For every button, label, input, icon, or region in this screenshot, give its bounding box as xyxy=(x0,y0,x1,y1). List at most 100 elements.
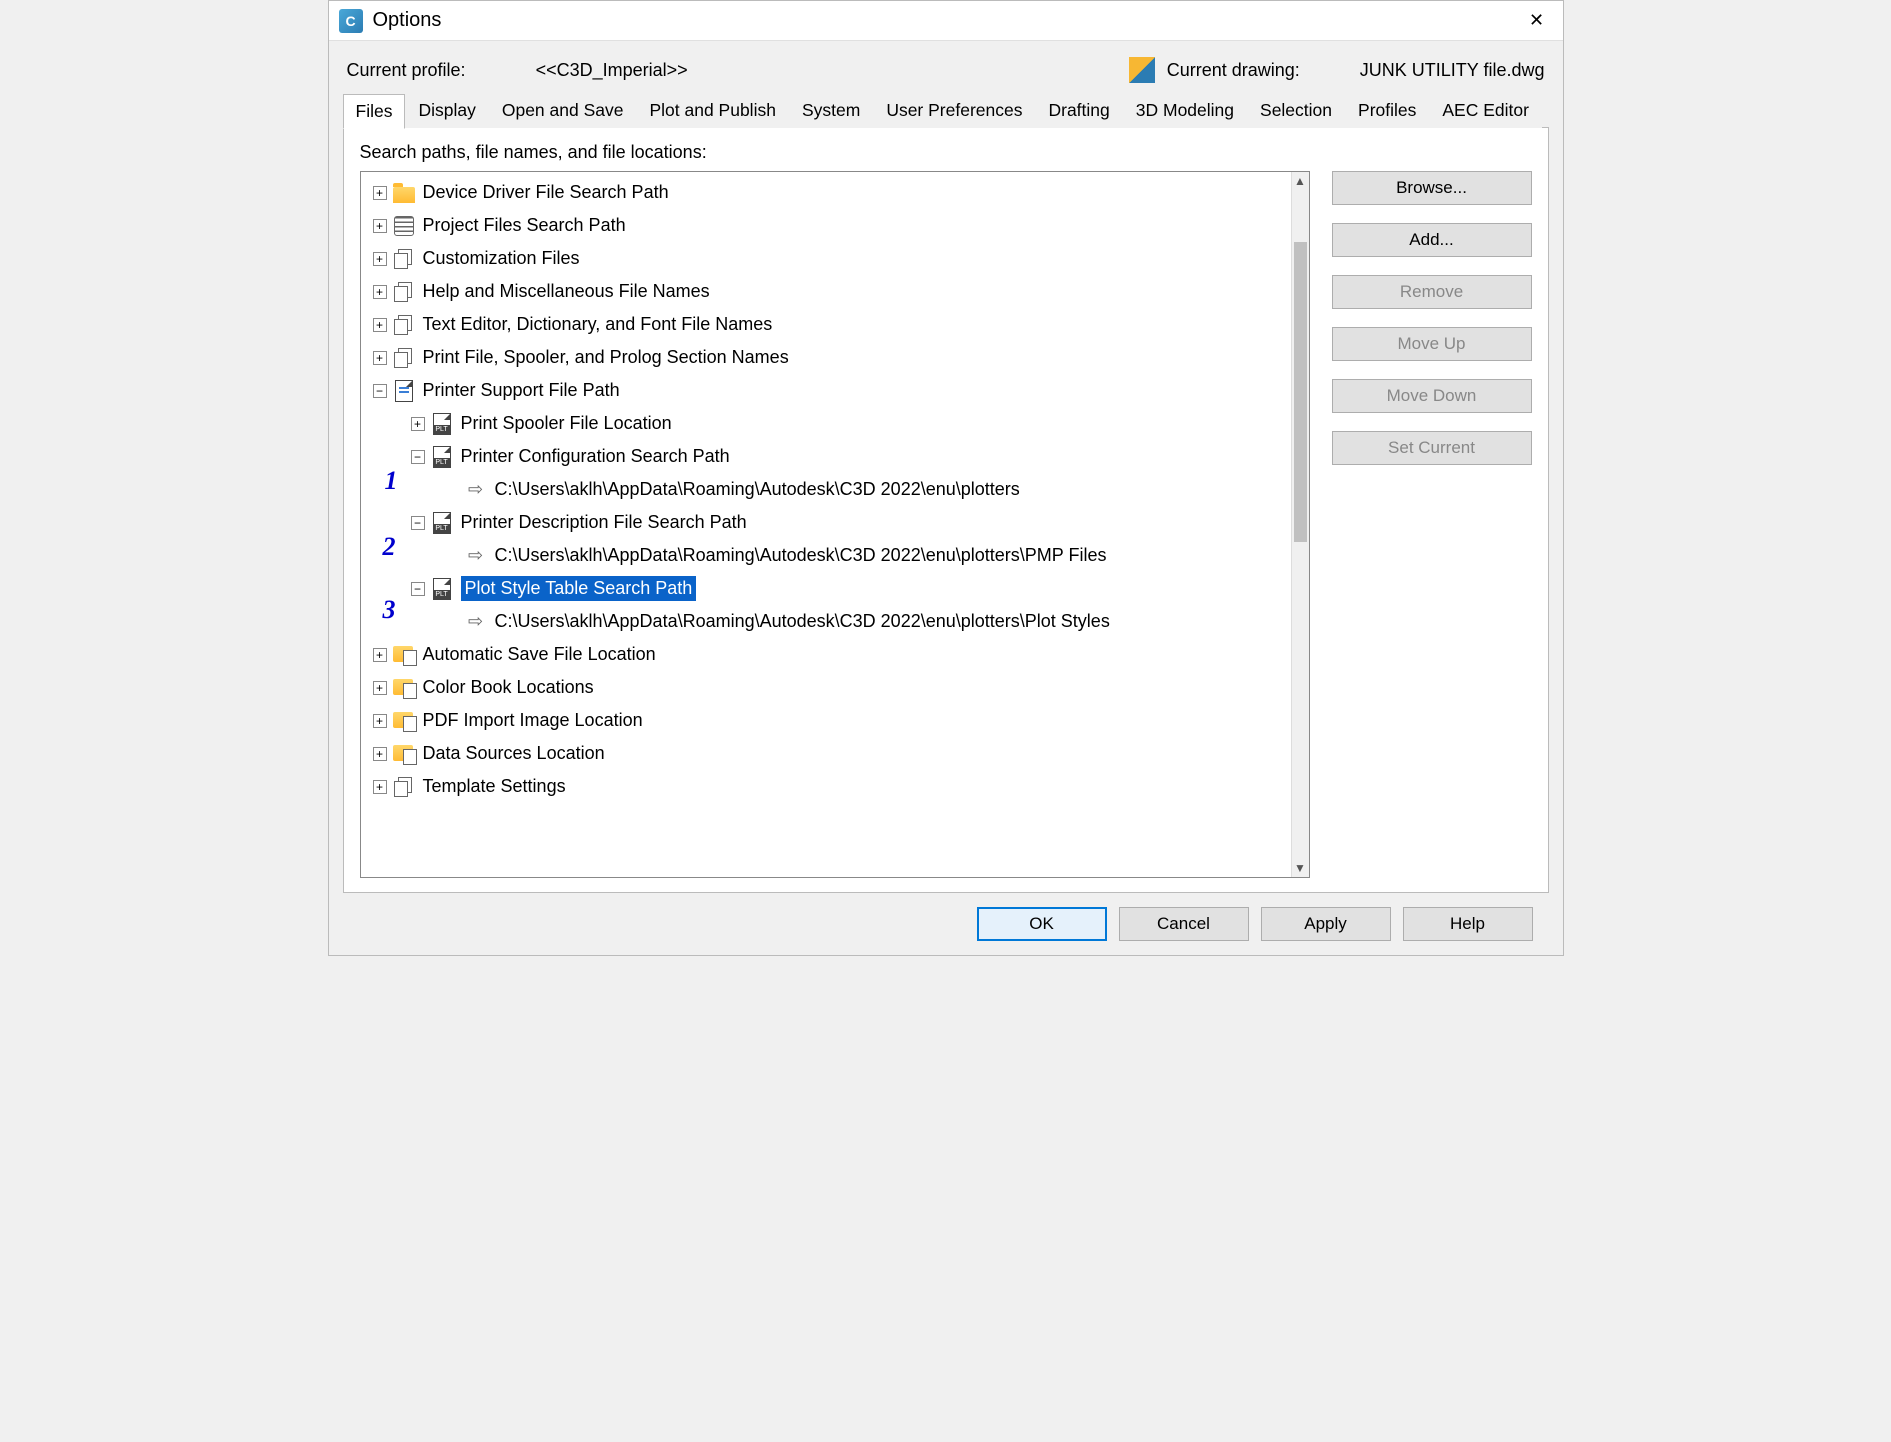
file-icon xyxy=(393,380,415,402)
expand-icon[interactable]: + xyxy=(373,351,387,365)
tree-item-help[interactable]: + Help and Miscellaneous File Names xyxy=(361,275,1291,308)
arrow-icon: ⇨ xyxy=(465,479,487,501)
tree-item-printer-desc[interactable]: − Printer Description File Search Path xyxy=(361,506,1291,539)
expand-icon[interactable]: + xyxy=(373,681,387,695)
tab-3d-modeling[interactable]: 3D Modeling xyxy=(1123,93,1247,128)
tree-label: Device Driver File Search Path xyxy=(423,182,669,203)
tree-label: Print File, Spooler, and Prolog Section … xyxy=(423,347,789,368)
expand-icon[interactable]: + xyxy=(411,417,425,431)
tab-drafting[interactable]: Drafting xyxy=(1035,93,1122,128)
tree-item-printer-support[interactable]: − Printer Support File Path xyxy=(361,374,1291,407)
expand-icon[interactable]: + xyxy=(373,780,387,794)
tree-item-color-book[interactable]: + Color Book Locations xyxy=(361,671,1291,704)
collapse-icon[interactable]: − xyxy=(411,516,425,530)
collapse-icon[interactable]: − xyxy=(373,384,387,398)
scrollbar[interactable]: ▲ ▼ xyxy=(1291,172,1309,877)
expand-icon[interactable]: + xyxy=(373,747,387,761)
set-current-button: Set Current xyxy=(1332,431,1532,465)
stack-icon xyxy=(393,314,415,336)
tree-item-plot-style[interactable]: − Plot Style Table Search Path xyxy=(361,572,1291,605)
tree-label: Automatic Save File Location xyxy=(423,644,656,665)
collapse-icon[interactable]: − xyxy=(411,582,425,596)
tree-item-printer-config[interactable]: − Printer Configuration Search Path xyxy=(361,440,1291,473)
tree-item-print-spooler-prolog[interactable]: + Print File, Spooler, and Prolog Sectio… xyxy=(361,341,1291,374)
tree-label: Text Editor, Dictionary, and Font File N… xyxy=(423,314,773,335)
app-icon: C xyxy=(339,9,363,33)
tab-selection[interactable]: Selection xyxy=(1247,93,1345,128)
profile-row: Current profile: <<C3D_Imperial>> Curren… xyxy=(343,51,1549,93)
expand-icon[interactable]: + xyxy=(373,285,387,299)
apply-button[interactable]: Apply xyxy=(1261,907,1391,941)
add-button[interactable]: Add... xyxy=(1332,223,1532,257)
ok-button[interactable]: OK xyxy=(977,907,1107,941)
current-profile-value: <<C3D_Imperial>> xyxy=(536,60,688,81)
expand-icon[interactable]: + xyxy=(373,219,387,233)
tree-item-customization[interactable]: + Customization Files xyxy=(361,242,1291,275)
expand-icon[interactable]: + xyxy=(373,648,387,662)
scroll-thumb[interactable] xyxy=(1294,242,1307,542)
scroll-down-icon[interactable]: ▼ xyxy=(1292,859,1309,877)
tree-item-print-spooler-loc[interactable]: + Print Spooler File Location xyxy=(361,407,1291,440)
tree-label: PDF Import Image Location xyxy=(423,710,643,731)
tree-item-data-sources[interactable]: + Data Sources Location xyxy=(361,737,1291,770)
title-bar: C Options ✕ xyxy=(329,1,1563,41)
tree-item-template[interactable]: + Template Settings xyxy=(361,770,1291,803)
tree-container: + Device Driver File Search Path + Proje… xyxy=(360,171,1310,878)
tree: + Device Driver File Search Path + Proje… xyxy=(361,172,1291,807)
plt-icon xyxy=(431,512,453,534)
remove-button: Remove xyxy=(1332,275,1532,309)
current-drawing-value: JUNK UTILITY file.dwg xyxy=(1360,60,1545,81)
help-button[interactable]: Help xyxy=(1403,907,1533,941)
tree-item-pdf-import[interactable]: + PDF Import Image Location xyxy=(361,704,1291,737)
expand-icon[interactable]: + xyxy=(373,186,387,200)
tree-label: Color Book Locations xyxy=(423,677,594,698)
scroll-up-icon[interactable]: ▲ xyxy=(1292,172,1309,190)
tree-path-printer-desc[interactable]: ⇨ C:\Users\aklh\AppData\Roaming\Autodesk… xyxy=(361,539,1291,572)
annotation-3: 3 xyxy=(383,595,396,625)
tree-label-selected: Plot Style Table Search Path xyxy=(461,576,697,601)
tree-label: Help and Miscellaneous File Names xyxy=(423,281,710,302)
plt-icon xyxy=(431,413,453,435)
folder-icon xyxy=(393,182,415,204)
drawing-icon xyxy=(1129,57,1155,83)
stack-icon xyxy=(393,347,415,369)
tab-plot-publish[interactable]: Plot and Publish xyxy=(636,93,788,128)
tree-item-auto-save[interactable]: + Automatic Save File Location xyxy=(361,638,1291,671)
tree-path: C:\Users\aklh\AppData\Roaming\Autodesk\C… xyxy=(495,611,1110,632)
tree-label: Printer Support File Path xyxy=(423,380,620,401)
tree-path-printer-config[interactable]: ⇨ C:\Users\aklh\AppData\Roaming\Autodesk… xyxy=(361,473,1291,506)
plt-icon xyxy=(431,446,453,468)
tree-label: Data Sources Location xyxy=(423,743,605,764)
tab-user-preferences[interactable]: User Preferences xyxy=(873,93,1035,128)
tab-content: Search paths, file names, and file locat… xyxy=(343,127,1549,893)
tab-profiles[interactable]: Profiles xyxy=(1345,93,1429,128)
cancel-button[interactable]: Cancel xyxy=(1119,907,1249,941)
tab-aec-editor[interactable]: AEC Editor xyxy=(1429,93,1542,128)
browse-button[interactable]: Browse... xyxy=(1332,171,1532,205)
expand-icon[interactable]: + xyxy=(373,714,387,728)
folder-file-icon xyxy=(393,677,415,699)
tree-item-project-files[interactable]: + Project Files Search Path xyxy=(361,209,1291,242)
close-button[interactable]: ✕ xyxy=(1521,5,1553,37)
tab-system[interactable]: System xyxy=(789,93,873,128)
tree-item-device-driver[interactable]: + Device Driver File Search Path xyxy=(361,176,1291,209)
tab-files[interactable]: Files xyxy=(343,94,406,129)
tree-path: C:\Users\aklh\AppData\Roaming\Autodesk\C… xyxy=(495,545,1107,566)
tree-path-plot-style[interactable]: ⇨ C:\Users\aklh\AppData\Roaming\Autodesk… xyxy=(361,605,1291,638)
expand-icon[interactable]: + xyxy=(373,318,387,332)
window-title: Options xyxy=(373,9,1521,32)
tree-label: Project Files Search Path xyxy=(423,215,626,236)
arrow-icon: ⇨ xyxy=(465,545,487,567)
expand-icon[interactable]: + xyxy=(373,252,387,266)
tree-item-text-editor[interactable]: + Text Editor, Dictionary, and Font File… xyxy=(361,308,1291,341)
section-label: Search paths, file names, and file locat… xyxy=(360,142,1532,163)
tree-path: C:\Users\aklh\AppData\Roaming\Autodesk\C… xyxy=(495,479,1020,500)
tab-display[interactable]: Display xyxy=(405,93,488,128)
side-button-panel: Browse... Add... Remove Move Up Move Dow… xyxy=(1332,171,1532,878)
folder-file-icon xyxy=(393,743,415,765)
tab-open-save[interactable]: Open and Save xyxy=(489,93,637,128)
move-up-button: Move Up xyxy=(1332,327,1532,361)
collapse-icon[interactable]: − xyxy=(411,450,425,464)
bottom-bar: OK Cancel Apply Help xyxy=(343,893,1549,955)
tree-label: Printer Configuration Search Path xyxy=(461,446,730,467)
